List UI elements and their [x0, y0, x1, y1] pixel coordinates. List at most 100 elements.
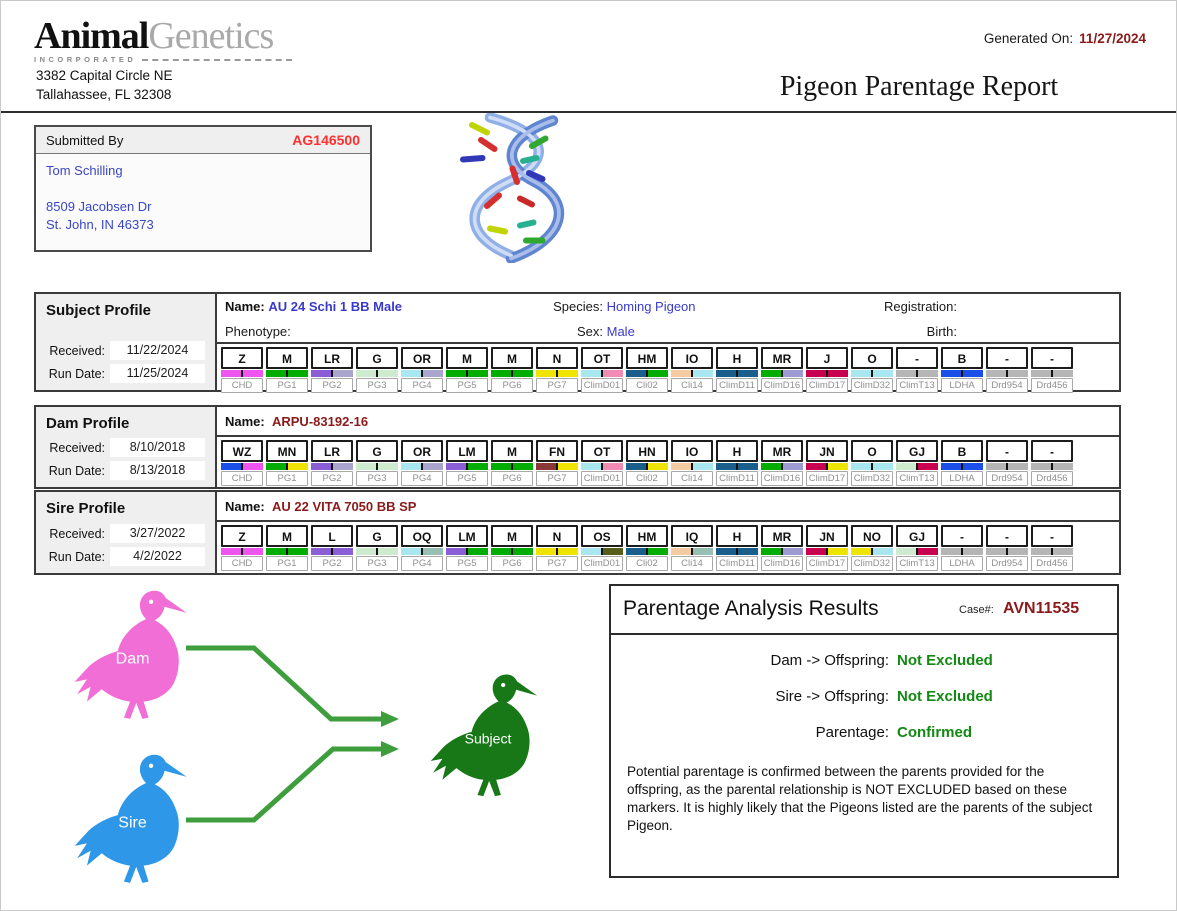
allele-color-left	[446, 548, 466, 555]
sire-pigeon-eye	[148, 763, 154, 769]
dam-name-row: Name: ARPU-83192-16	[217, 407, 1119, 437]
marker-color-bar	[536, 548, 578, 555]
marker-allele: MR	[761, 525, 803, 547]
dam-marker-strip: WZ CHD MN PG1 LR PG2 G PG3 OR PG4 LM PG5 M PG6 FN PG7 OT…	[217, 437, 1119, 487]
registration-pair: Registration:	[865, 294, 957, 319]
sire-offspring-label: Sire -> Offspring:	[775, 688, 889, 705]
allele-color-right	[918, 370, 938, 377]
marker-color-bar	[626, 370, 668, 377]
allele-color-right	[828, 548, 848, 555]
allele-color-right	[468, 370, 488, 377]
marker-column: GJ ClimT13	[896, 525, 938, 571]
marker-locus-label: PG1	[266, 378, 308, 393]
allele-color-right	[603, 370, 623, 377]
marker-column: OT ClimD01	[581, 440, 623, 486]
marker-allele: IQ	[671, 525, 713, 547]
allele-color-right	[783, 548, 803, 555]
marker-color-bar	[446, 463, 488, 470]
marker-allele: IO	[671, 440, 713, 462]
marker-column: GJ ClimT13	[896, 440, 938, 486]
marker-column: - Drd954	[986, 440, 1028, 486]
marker-color-bar	[626, 463, 668, 470]
marker-color-bar	[1031, 463, 1073, 470]
marker-column: Z CHD	[221, 525, 263, 571]
allele-color-right	[963, 548, 983, 555]
marker-allele: WZ	[221, 440, 263, 462]
dam-profile-panel: Dam Profile Received: 8/10/2018 Run Date…	[36, 407, 217, 487]
allele-color-left	[851, 463, 871, 470]
logo-wordmark: AnimalGenetics	[34, 17, 292, 55]
allele-color-right	[1008, 548, 1028, 555]
name-pair: Name: ARPU-83192-16	[225, 407, 368, 437]
dam-offspring-result: Not Excluded	[897, 652, 993, 669]
marker-column: - LDHA	[941, 525, 983, 571]
marker-column: IO Cli14	[671, 347, 713, 393]
company-address: 3382 Capital Circle NE Tallahassee, FL 3…	[36, 66, 173, 104]
marker-allele: G	[356, 525, 398, 547]
allele-color-right	[288, 463, 308, 470]
birth-pair: Birth:	[865, 319, 957, 344]
marker-allele: G	[356, 347, 398, 369]
subject-pheno-row: Phenotype: Sex: Male Birth:	[217, 319, 1119, 344]
allele-color-right	[963, 463, 983, 470]
marker-allele: -	[941, 525, 983, 547]
allele-color-right	[1008, 463, 1028, 470]
sire-offspring-result: Not Excluded	[897, 688, 993, 705]
allele-color-right	[693, 548, 713, 555]
marker-column: H ClimD11	[716, 347, 758, 393]
marker-locus-label: PG5	[446, 378, 488, 393]
marker-locus-label: LDHA	[941, 378, 983, 393]
marker-column: M PG6	[491, 525, 533, 571]
sire-pigeon-image: Sire	[74, 754, 187, 883]
marker-column: J ClimD17	[806, 347, 848, 393]
allele-color-right	[558, 370, 578, 377]
marker-color-bar	[896, 548, 938, 555]
marker-column: FN PG7	[536, 440, 578, 486]
subject-profile-details: Name: AU 24 Schi 1 BB Male Species: Homi…	[217, 294, 1119, 393]
allele-color-left	[851, 548, 871, 555]
subject-pigeon-eye	[501, 682, 506, 688]
marker-color-bar	[536, 463, 578, 470]
phenotype-pair: Phenotype:	[225, 319, 291, 344]
dam-dates: Received: 8/10/2018 Run Date: 8/13/2018	[36, 434, 205, 480]
marker-allele: H	[716, 525, 758, 547]
name-pair: Name: AU 22 VITA 7050 BB SP	[225, 492, 416, 522]
marker-locus-label: Drd954	[986, 378, 1028, 393]
allele-color-left	[806, 548, 826, 555]
marker-allele: M	[266, 347, 308, 369]
marker-allele: NO	[851, 525, 893, 547]
marker-color-bar	[311, 463, 353, 470]
allele-color-left	[581, 463, 601, 470]
allele-color-right	[783, 370, 803, 377]
marker-allele: MN	[266, 440, 308, 462]
dam-profile-title: Dam Profile	[46, 415, 130, 432]
marker-column: MR ClimD16	[761, 525, 803, 571]
marker-allele: MR	[761, 440, 803, 462]
marker-allele: M	[266, 525, 308, 547]
dam-profile-details: Name: ARPU-83192-16 WZ CHD MN PG1 LR PG2 G PG3 O…	[217, 407, 1119, 487]
marker-column: HM Cli02	[626, 525, 668, 571]
marker-locus-label: PG1	[266, 471, 308, 486]
marker-locus-label: PG7	[536, 556, 578, 571]
marker-column: IO Cli14	[671, 440, 713, 486]
marker-color-bar	[806, 370, 848, 377]
marker-color-bar	[401, 548, 443, 555]
generated-on-label: Generated On:	[983, 31, 1074, 46]
address-line1: 3382 Capital Circle NE	[36, 68, 173, 83]
allele-color-right	[468, 548, 488, 555]
phenotype-label: Phenotype:	[225, 324, 291, 339]
run-date-row: Run Date: 11/25/2024	[36, 364, 205, 383]
marker-locus-label: Drd456	[1031, 471, 1073, 486]
case-number-label: Case#:	[959, 604, 994, 616]
allele-color-left	[446, 370, 466, 377]
allele-color-left	[986, 548, 1006, 555]
marker-column: LR PG2	[311, 347, 353, 393]
address-line2: Tallahassee, FL 32308	[36, 87, 172, 102]
allele-color-right	[558, 548, 578, 555]
analysis-results: Dam -> Offspring: Not Excluded Sire -> O…	[611, 651, 1117, 743]
marker-color-bar	[896, 370, 938, 377]
allele-color-left	[761, 370, 781, 377]
run-date-value: 8/13/2018	[110, 461, 205, 480]
allele-color-right	[603, 548, 623, 555]
allele-color-right	[423, 370, 443, 377]
